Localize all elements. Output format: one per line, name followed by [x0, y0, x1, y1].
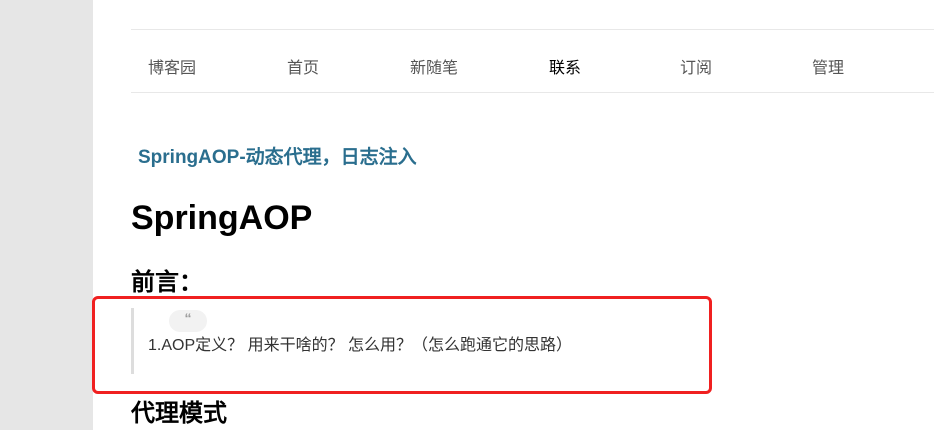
blockquote: “ 1.AOP定义？ 用来干啥的？ 怎么用？（怎么跑通它的思路）: [131, 308, 671, 374]
section-heading-intro: 前言：: [131, 269, 203, 296]
article-heading: SpringAOP: [131, 199, 313, 237]
top-nav: 博客园 首页 新随笔 联系 订阅 管理: [131, 30, 934, 93]
blockquote-text: 1.AOP定义？ 用来干啥的？ 怎么用？（怎么跑通它的思路）: [148, 337, 573, 354]
post-title-link[interactable]: SpringAOP-动态代理，日志注入: [138, 142, 417, 169]
nav-contact-link[interactable]: 联系: [549, 54, 581, 78]
nav-new-post-link[interactable]: 新随笔: [410, 54, 458, 78]
nav-home-link[interactable]: 首页: [287, 54, 319, 78]
section-heading-proxy: 代理模式: [131, 400, 227, 427]
nav-manage-link[interactable]: 管理: [812, 54, 844, 78]
nav-subscribe-link[interactable]: 订阅: [680, 54, 712, 78]
nav-blog-home-link[interactable]: 博客园: [148, 54, 196, 78]
blog-page: 博客园 首页 新随笔 联系 订阅 管理 SpringAOP-动态代理，日志注入 …: [93, 0, 934, 430]
quote-icon: “: [169, 310, 207, 332]
